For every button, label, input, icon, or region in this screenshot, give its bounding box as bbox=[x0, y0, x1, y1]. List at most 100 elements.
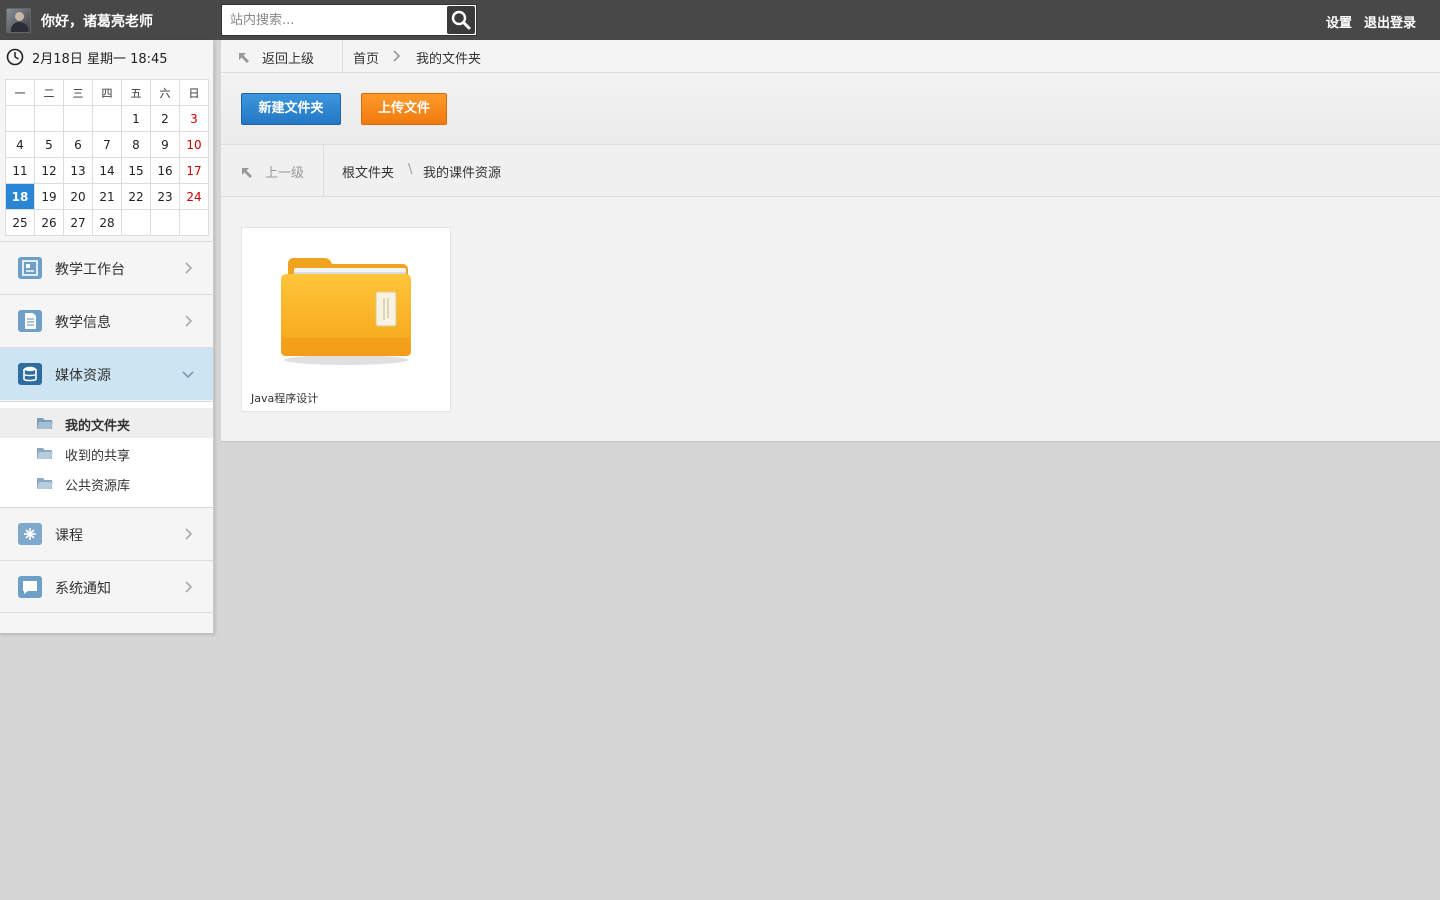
calendar-day[interactable]: 11 bbox=[5, 157, 35, 184]
file-grid: Java程序设计 bbox=[221, 197, 1440, 441]
submenu-item-public-library[interactable]: 公共资源库 bbox=[0, 468, 213, 498]
folder-item[interactable]: Java程序设计 bbox=[241, 227, 451, 412]
calendar-day[interactable]: 27 bbox=[63, 209, 93, 236]
calendar-day[interactable]: 14 bbox=[92, 157, 122, 184]
folder-icon bbox=[37, 478, 53, 489]
main-panel: 返回上级 首页 我的文件夹 新建文件夹 上传文件 上一级 根文件夹 \ 我的课件… bbox=[221, 40, 1440, 442]
submenu-item-my-folders[interactable]: 我的文件夹 bbox=[0, 408, 213, 438]
nav-label: 教学信息 bbox=[55, 315, 111, 331]
search-button[interactable] bbox=[447, 6, 475, 34]
avatar[interactable] bbox=[6, 8, 31, 33]
chevron-right-icon bbox=[393, 50, 401, 62]
calendar-day[interactable]: 1 bbox=[121, 105, 151, 132]
chevron-right-icon bbox=[185, 528, 193, 540]
submenu-label: 公共资源库 bbox=[65, 479, 131, 494]
calendar-weekday: 四 bbox=[92, 79, 122, 106]
calendar-day[interactable] bbox=[34, 105, 64, 132]
calendar-day[interactable]: 3 bbox=[179, 105, 209, 132]
nav-item-media-resources[interactable]: 媒体资源 bbox=[0, 347, 213, 400]
calendar-day[interactable]: 6 bbox=[63, 131, 93, 158]
folder-path-bar: 上一级 根文件夹 \ 我的课件资源 bbox=[221, 145, 1440, 197]
calendar-day[interactable]: 16 bbox=[150, 157, 180, 184]
toolbar: 新建文件夹 上传文件 bbox=[221, 73, 1440, 145]
submenu-label: 我的文件夹 bbox=[65, 419, 131, 434]
back-arrow-icon bbox=[239, 53, 249, 63]
chevron-right-icon bbox=[185, 315, 193, 327]
calendar-day-today[interactable]: 18 bbox=[5, 183, 35, 210]
nav-label: 媒体资源 bbox=[55, 368, 111, 384]
calendar-weekday: 六 bbox=[150, 79, 180, 106]
calendar-day[interactable]: 9 bbox=[150, 131, 180, 158]
calendar-day[interactable] bbox=[92, 105, 122, 132]
calendar-day[interactable]: 8 bbox=[121, 131, 151, 158]
new-folder-button[interactable]: 新建文件夹 bbox=[241, 93, 341, 125]
folder-icon bbox=[37, 448, 53, 459]
nav-item-teaching-info[interactable]: 教学信息 bbox=[0, 294, 213, 347]
calendar-day[interactable]: 13 bbox=[63, 157, 93, 184]
logout-link[interactable]: 退出登录 bbox=[1364, 12, 1416, 31]
calendar-day[interactable] bbox=[121, 209, 151, 236]
calendar-day[interactable]: 23 bbox=[150, 183, 180, 210]
divider bbox=[323, 145, 324, 197]
submenu-label: 收到的共享 bbox=[65, 449, 131, 464]
calendar-day[interactable]: 28 bbox=[92, 209, 122, 236]
nav-label: 课程 bbox=[55, 528, 83, 544]
sidebar: 2月18日 星期一 18:45 一 二 三 四 五 六 日 1 2 3 4 5 … bbox=[0, 40, 214, 634]
nav-label: 教学工作台 bbox=[55, 262, 125, 278]
greeting-text: 你好，诸葛亮老师 bbox=[41, 14, 153, 30]
nav-item-courses[interactable]: 课程 bbox=[0, 507, 213, 560]
calendar-weekday: 日 bbox=[179, 79, 209, 106]
calendar-day[interactable]: 12 bbox=[34, 157, 64, 184]
calendar-day[interactable]: 26 bbox=[34, 209, 64, 236]
calendar-day[interactable] bbox=[63, 105, 93, 132]
path-current: 我的课件资源 bbox=[423, 166, 502, 181]
path-root[interactable]: 根文件夹 bbox=[342, 162, 394, 181]
calendar-day[interactable]: 5 bbox=[34, 131, 64, 158]
calendar-weekday: 五 bbox=[121, 79, 151, 106]
calendar-day[interactable]: 25 bbox=[5, 209, 35, 236]
nav-item-teaching-workbench[interactable]: 教学工作台 bbox=[0, 241, 213, 294]
calendar-day[interactable]: 10 bbox=[179, 131, 209, 158]
datetime-text: 2月18日 星期一 18:45 bbox=[32, 52, 168, 67]
search-icon bbox=[451, 10, 471, 30]
calendar-day[interactable]: 20 bbox=[63, 183, 93, 210]
divider bbox=[342, 40, 343, 73]
calendar-day[interactable]: 15 bbox=[121, 157, 151, 184]
search-box bbox=[221, 4, 477, 36]
calendar-weekday: 一 bbox=[5, 79, 35, 106]
submenu-item-received-shares[interactable]: 收到的共享 bbox=[0, 438, 213, 468]
calendar-day[interactable] bbox=[179, 209, 209, 236]
breadcrumb: 返回上级 首页 我的文件夹 bbox=[221, 40, 1440, 73]
calendar-day[interactable]: 22 bbox=[121, 183, 151, 210]
calendar-day[interactable] bbox=[5, 105, 35, 132]
chevron-right-icon bbox=[185, 581, 193, 593]
calendar-day[interactable]: 17 bbox=[179, 157, 209, 184]
calendar-day[interactable]: 24 bbox=[179, 183, 209, 210]
upload-file-button[interactable]: 上传文件 bbox=[361, 93, 447, 125]
chevron-right-icon bbox=[185, 262, 193, 274]
calendar-day[interactable]: 19 bbox=[34, 183, 64, 210]
breadcrumb-home[interactable]: 首页 bbox=[353, 48, 379, 67]
calendar-day[interactable]: 2 bbox=[150, 105, 180, 132]
calendar-weekday: 三 bbox=[63, 79, 93, 106]
folder-name: Java程序设计 bbox=[251, 392, 319, 405]
calendar-day[interactable]: 7 bbox=[92, 131, 122, 158]
settings-link[interactable]: 设置 bbox=[1326, 12, 1352, 31]
calendar: 一 二 三 四 五 六 日 1 2 3 4 5 6 7 8 9 10 11 12… bbox=[5, 79, 209, 236]
up-level-link[interactable]: 上一级 bbox=[265, 162, 304, 181]
path-separator: \ bbox=[408, 162, 413, 177]
calendar-day[interactable]: 21 bbox=[92, 183, 122, 210]
top-bar: 你好，诸葛亮老师 设置 退出登录 bbox=[0, 0, 1440, 40]
up-level-icon bbox=[242, 168, 252, 178]
course-icon bbox=[18, 523, 42, 545]
chevron-down-icon bbox=[182, 371, 194, 379]
search-input[interactable] bbox=[222, 5, 446, 35]
back-link[interactable]: 返回上级 bbox=[262, 48, 314, 67]
calendar-day[interactable] bbox=[150, 209, 180, 236]
database-icon bbox=[18, 363, 42, 385]
dashboard-icon bbox=[18, 257, 42, 279]
clock-icon bbox=[6, 48, 24, 66]
nav-item-system-notices[interactable]: 系统通知 bbox=[0, 560, 213, 613]
nav-label: 系统通知 bbox=[55, 581, 111, 597]
calendar-day[interactable]: 4 bbox=[5, 131, 35, 158]
